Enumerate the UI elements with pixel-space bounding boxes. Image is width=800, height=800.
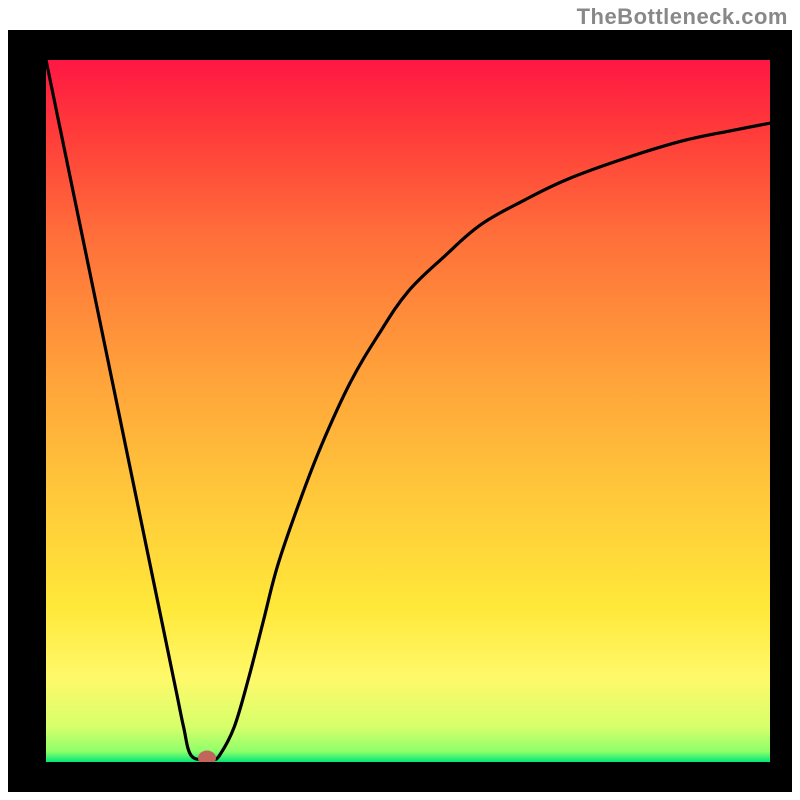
optimal-point-marker: [198, 750, 216, 762]
plot-area: [46, 60, 770, 762]
plot-frame: [8, 30, 792, 792]
bottleneck-curve: [46, 60, 770, 762]
chart-container: TheBottleneck.com: [0, 0, 800, 800]
attribution-label: TheBottleneck.com: [577, 4, 788, 30]
